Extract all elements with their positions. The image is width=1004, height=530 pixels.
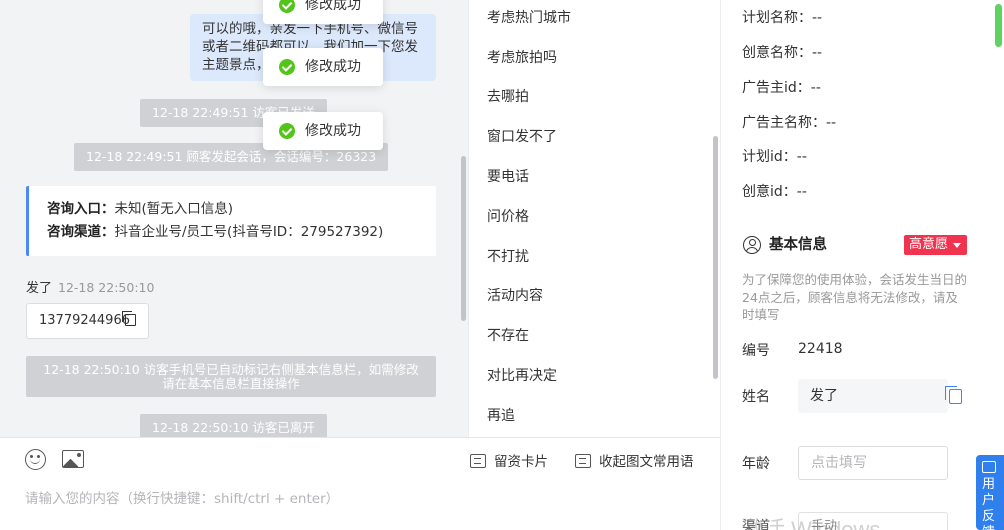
age-label: 年龄 (742, 456, 770, 472)
ad-field-advertiser-id: 广告主id：-- (742, 80, 821, 96)
id-label: 编号 (742, 343, 770, 359)
quick-reply-item[interactable]: 问价格 (487, 207, 529, 227)
name-field[interactable]: 发了 (798, 379, 948, 413)
channel-value: 抖音企业号/员工号(抖音号ID：279527392) (114, 224, 384, 240)
quick-reply-list: 考虑热门城市 考虑旅拍吗 去哪拍 窗口发不了 要电话 问价格 不打扰 活动内容 … (468, 0, 720, 437)
quick-reply-item[interactable]: 窗口发不了 (487, 127, 557, 147)
message-icon (575, 454, 591, 468)
ad-field-advertiser-name: 广告主名称：-- (742, 115, 837, 131)
visitor-message-time: 12-18 22:50:10 (58, 280, 155, 295)
chat-scrollbar[interactable] (461, 156, 466, 321)
collapse-phrases-button[interactable]: 收起图文常用语 (575, 452, 694, 472)
toast-text: 修改成功 (305, 123, 361, 139)
check-circle-icon (279, 59, 295, 75)
ad-field-creative-name: 创意名称：-- (742, 45, 823, 61)
system-message: 12-18 22:50:10 访客已离开 (140, 414, 327, 437)
quick-reply-item[interactable]: 不打扰 (487, 247, 529, 267)
name-label: 姓名 (742, 389, 770, 405)
user-icon (743, 236, 761, 254)
check-circle-icon (279, 0, 295, 13)
check-circle-icon (279, 123, 295, 139)
success-toast: 修改成功 (263, 112, 383, 150)
success-toast: 修改成功 (263, 48, 383, 86)
phone-number: 13779244966 (39, 313, 130, 328)
card-icon (470, 454, 486, 468)
ad-field-creative-id: 创意id：-- (742, 184, 807, 200)
message-input-area: 留资卡片 收起图文常用语 (0, 437, 720, 530)
image-icon[interactable] (62, 450, 84, 468)
quick-reply-item[interactable]: 对比再决定 (487, 366, 557, 386)
copy-icon[interactable] (122, 311, 136, 326)
quick-reply-item[interactable]: 活动内容 (487, 286, 543, 306)
toast-text: 修改成功 (305, 0, 361, 13)
quick-reply-item[interactable]: 不存在 (487, 326, 529, 346)
quick-reply-item[interactable]: 要电话 (487, 167, 529, 187)
ad-field-plan-name: 计划名称：-- (742, 10, 823, 26)
intent-level-dropdown[interactable]: 高意愿 (904, 235, 967, 255)
entry-label: 咨询入口： (47, 201, 115, 217)
system-message: 12-18 22:50:10 访客手机号已自动标记右侧基本信息栏，如需修改请在基… (26, 356, 436, 397)
quick-reply-item[interactable]: 考虑热门城市 (487, 8, 571, 28)
chat-message-input[interactable] (25, 488, 625, 510)
id-value: 22418 (798, 341, 843, 357)
visitor-name: 发了 (26, 281, 53, 296)
info-panel-scrollbar[interactable] (995, 4, 1002, 47)
copy-name-icon[interactable] (945, 386, 962, 404)
chat-panel: 可以的哦，亲发一下手机号、微信号或者二维码都可以，我们加一下您发主题景点，我们了… (0, 0, 468, 437)
age-input[interactable] (798, 446, 948, 480)
user-feedback-tab[interactable]: 用户反馈 (976, 455, 1004, 530)
entry-value: 未知(暂无入口信息) (114, 201, 234, 217)
feedback-icon (982, 461, 996, 473)
lead-card-label: 留资卡片 (494, 454, 548, 470)
toast-text: 修改成功 (305, 59, 361, 75)
edit-notice: 为了保障您的使用体验，会话发生当日的24点之后，顾客信息将无法修改，请及时填写 (742, 272, 968, 322)
ad-field-plan-id: 计划id：-- (742, 149, 807, 165)
collapse-phrases-label: 收起图文常用语 (599, 454, 694, 470)
lead-card-button[interactable]: 留资卡片 (470, 452, 548, 472)
quick-reply-item[interactable]: 去哪拍 (487, 87, 529, 107)
channel-label: 咨询渠道： (47, 224, 115, 240)
customer-info-panel: 计划名称：-- 创意名称：-- 广告主id：-- 广告主名称：-- 计划id：-… (720, 0, 1004, 530)
feedback-label: 用户反馈 (982, 477, 996, 530)
quick-reply-item[interactable]: 再追 (487, 406, 515, 426)
source-info-card: 咨询入口：未知(暂无入口信息) 咨询渠道：抖音企业号/员工号(抖音号ID：279… (26, 186, 436, 256)
success-toast: 修改成功 (263, 0, 383, 24)
basic-info-title: 基本信息 (743, 235, 827, 255)
quick-reply-item[interactable]: 考虑旅拍吗 (487, 48, 557, 68)
emoji-icon[interactable] (25, 449, 46, 470)
quick-list-scrollbar[interactable] (713, 136, 718, 379)
phone-message-bubble: 13779244966 (26, 303, 149, 339)
visitor-message-meta: 发了 12-18 22:50:10 (26, 277, 154, 296)
windows-activation-watermark: 激活 Windows (741, 517, 881, 530)
